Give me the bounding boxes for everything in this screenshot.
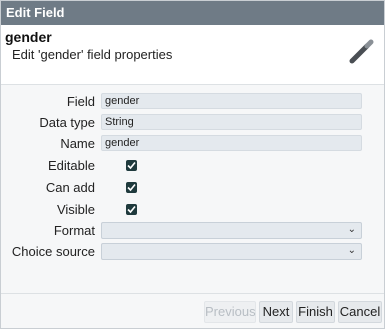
row-can-add: Can add (1, 179, 384, 197)
row-editable: Editable (1, 157, 384, 175)
can-add-checkbox[interactable] (126, 182, 137, 193)
choice-source-select[interactable]: ⌄ (101, 243, 362, 260)
window-title: Edit Field (1, 1, 384, 25)
field-title: gender (5, 29, 52, 45)
chevron-down-icon: ⌄ (347, 245, 356, 256)
data-type-label: Data type (39, 115, 95, 130)
row-data-type: Data type String (1, 114, 384, 132)
row-field: Field gender (1, 93, 384, 111)
row-name: Name gender (1, 135, 384, 153)
visible-label: Visible (56, 202, 95, 217)
row-visible: Visible (1, 201, 384, 219)
chevron-down-icon: ⌄ (347, 224, 356, 235)
row-format: Format ⌄ (1, 222, 384, 240)
editable-checkbox[interactable] (126, 160, 137, 171)
format-select[interactable]: ⌄ (101, 222, 362, 239)
check-icon (127, 205, 136, 214)
visible-checkbox[interactable] (126, 204, 137, 215)
previous-button[interactable]: Previous (204, 301, 256, 323)
name-input[interactable]: gender (101, 135, 362, 151)
row-choice-source: Choice source ⌄ (1, 243, 384, 261)
name-label: Name (60, 136, 95, 151)
editable-label: Editable (48, 158, 95, 173)
cancel-button[interactable]: Cancel (338, 301, 382, 323)
finish-button[interactable]: Finish (296, 301, 335, 323)
check-icon (127, 183, 136, 192)
format-label: Format (53, 223, 95, 238)
dialog-header: gender Edit 'gender' field properties (1, 25, 384, 85)
next-button[interactable]: Next (259, 301, 293, 323)
can-add-label: Can add (45, 180, 95, 195)
field-subtitle: Edit 'gender' field properties (12, 47, 173, 62)
check-icon (127, 161, 136, 170)
data-type-input[interactable]: String (101, 114, 362, 130)
wand-icon (349, 39, 374, 64)
field-label: Field (66, 94, 95, 109)
choice-source-label: Choice source (11, 244, 95, 259)
edit-field-dialog: Edit Field gender Edit 'gender' field pr… (0, 0, 385, 329)
dialog-footer: Previous Next Finish Cancel (1, 293, 384, 328)
field-input[interactable]: gender (101, 93, 362, 109)
